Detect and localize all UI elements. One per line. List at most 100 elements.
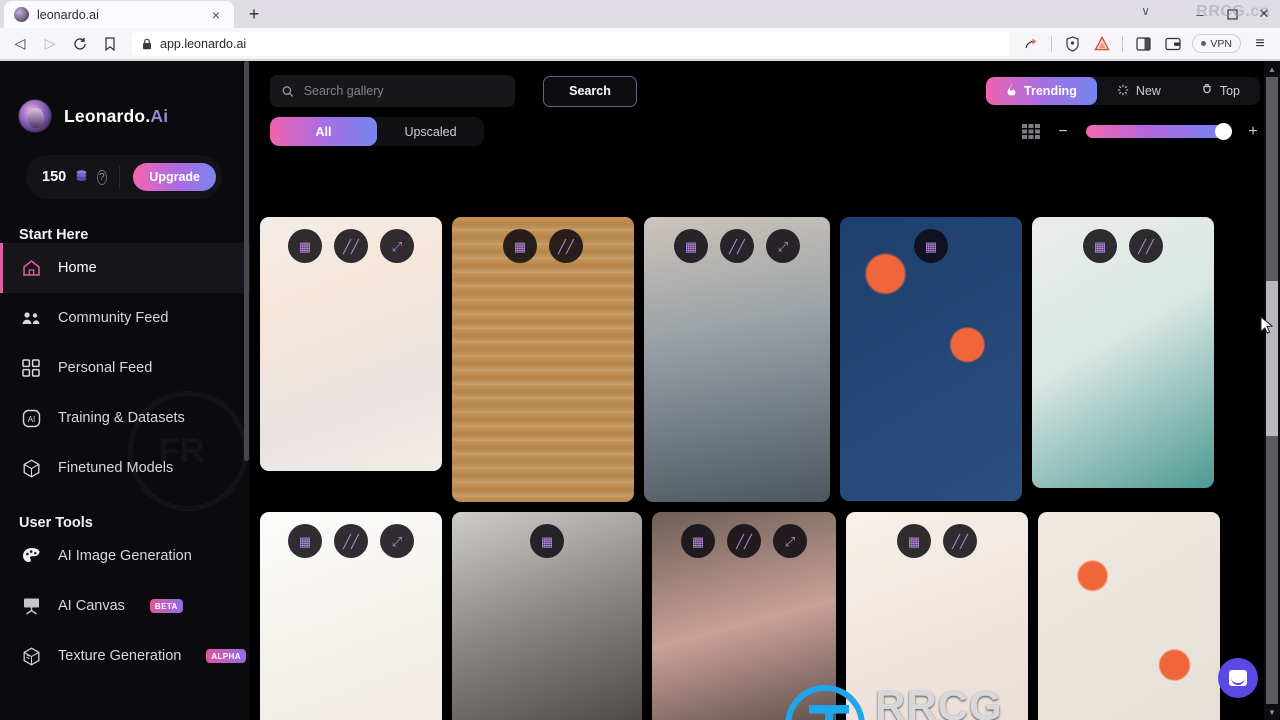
expand-icon[interactable]: ⤢: [380, 524, 414, 558]
expand-icon[interactable]: ⤢: [380, 229, 414, 263]
wallet-icon[interactable]: [1159, 31, 1187, 57]
zoom-in-button[interactable]: +: [1246, 123, 1260, 141]
image-gallery: ▦ ╱╱ ⤢ ▦ ╱╱ ▦ ╱╱ ⤢ ▦ ▦ ╱╱ ▦ ╱╱ ⤢ ▦ ▦ ╱╱ ⤢ ▦ ╱╱: [250, 217, 1264, 720]
gallery-card[interactable]: ▦ ╱╱ ⤢: [260, 512, 442, 720]
url-bar[interactable]: app.leonardo.ai: [132, 31, 1010, 56]
maximize-icon[interactable]: [1216, 0, 1248, 28]
brand-name-suffix: Ai: [150, 105, 169, 126]
gallery-card[interactable]: ▦: [452, 512, 642, 720]
gallery-card[interactable]: [1038, 512, 1220, 720]
sidebar-item-texture-generation[interactable]: Texture Generation ALPHA: [0, 631, 250, 681]
search-field[interactable]: [270, 75, 515, 107]
tab-trending[interactable]: Trending: [986, 77, 1097, 105]
new-tab-button[interactable]: +: [240, 1, 268, 28]
sidebar: Leonardo.Ai 150 ? Upgrade Start Here Hom…: [0, 61, 250, 720]
remix-icon[interactable]: ▦: [914, 229, 948, 263]
sidebar-item-personal-feed[interactable]: Personal Feed: [0, 343, 250, 393]
divider: [1122, 35, 1124, 52]
expand-icon[interactable]: ⤢: [773, 524, 807, 558]
gallery-card[interactable]: ▦ ╱╱ ⤢: [644, 217, 830, 502]
chat-bubble-icon[interactable]: [1218, 658, 1258, 698]
sort-tabs: Trending New Top: [986, 77, 1260, 105]
minimize-icon[interactable]: –: [1184, 0, 1216, 28]
zoom-slider[interactable]: [1086, 123, 1232, 140]
scroll-up-icon[interactable]: ▲: [1264, 61, 1280, 77]
diagonal-lines-icon[interactable]: ╱╱: [720, 229, 754, 263]
remix-icon-glyph: ▦: [1093, 238, 1107, 254]
gallery-card[interactable]: ▦ ╱╱: [1032, 217, 1214, 488]
home-icon: [20, 259, 42, 277]
status-badge: ALPHA: [206, 649, 246, 663]
upgrade-button[interactable]: Upgrade: [133, 163, 216, 191]
sidebar-item-training-datasets[interactable]: AI Training & Datasets: [0, 393, 250, 443]
sidebar-item-ai-canvas[interactable]: AI Canvas BETA: [0, 581, 250, 631]
community-icon: [20, 310, 42, 326]
card-action-bar: ▦ ╱╱ ⤢: [681, 524, 807, 558]
browser-tab[interactable]: leonardo.ai ×: [4, 1, 234, 28]
sidebar-item-community-feed[interactable]: Community Feed: [0, 293, 250, 343]
expand-icon-glyph: ⤢: [777, 238, 789, 254]
page-scrollbar[interactable]: ▲ ▼: [1260, 61, 1280, 720]
search-button[interactable]: Search: [543, 75, 637, 107]
close-icon[interactable]: ×: [208, 7, 224, 23]
remix-icon[interactable]: ▦: [681, 524, 715, 558]
sidebar-item-home[interactable]: Home: [0, 243, 250, 293]
sidebar-toggle-icon[interactable]: [1129, 31, 1157, 57]
sidebar-item-ai-image-generation[interactable]: AI Image Generation: [0, 531, 250, 581]
forward-icon[interactable]: ▷: [36, 31, 64, 57]
help-icon[interactable]: ?: [97, 169, 107, 185]
remix-icon[interactable]: ▦: [503, 229, 537, 263]
diagonal-lines-icon[interactable]: ╱╱: [1129, 229, 1163, 263]
close-window-icon[interactable]: ✕: [1248, 0, 1280, 28]
zoom-out-button[interactable]: −: [1056, 123, 1070, 141]
sidebar-scrollbar-thumb[interactable]: [244, 61, 249, 461]
brave-shield-icon[interactable]: [1058, 31, 1086, 57]
scrollbar-thumb[interactable]: [1266, 281, 1278, 436]
expand-icon[interactable]: ⤢: [766, 229, 800, 263]
brand-logo-block[interactable]: Leonardo.Ai: [0, 61, 250, 133]
vpn-toggle[interactable]: VPN: [1192, 34, 1241, 53]
tab-all[interactable]: All: [270, 117, 377, 146]
back-icon[interactable]: ◁: [6, 31, 34, 57]
remix-icon-glyph: ▦: [691, 533, 705, 549]
menu-icon[interactable]: ≡: [1246, 31, 1274, 57]
tab-new[interactable]: New: [1097, 77, 1181, 105]
scroll-down-icon[interactable]: ▼: [1264, 704, 1280, 720]
reload-icon[interactable]: [66, 31, 94, 57]
gallery-card[interactable]: ▦ ╱╱: [846, 512, 1028, 720]
search-input[interactable]: [303, 84, 503, 98]
remix-icon[interactable]: ▦: [530, 524, 564, 558]
gallery-card[interactable]: ▦ ╱╱: [452, 217, 634, 502]
grid-density-icon[interactable]: [1022, 124, 1040, 139]
share-icon[interactable]: [1017, 31, 1045, 57]
diagonal-lines-icon[interactable]: ╱╱: [727, 524, 761, 558]
diagonal-lines-icon[interactable]: ╱╱: [549, 229, 583, 263]
expand-icon-glyph: ⤢: [391, 238, 403, 254]
sidebar-scrollbar[interactable]: [244, 61, 249, 720]
remix-icon[interactable]: ▦: [1083, 229, 1117, 263]
url-text: app.leonardo.ai: [160, 36, 247, 51]
diagonal-lines-icon[interactable]: ╱╱: [943, 524, 977, 558]
diagonal-lines-icon[interactable]: ╱╱: [334, 229, 368, 263]
tab-top[interactable]: Top: [1181, 77, 1260, 105]
gallery-card[interactable]: ▦: [840, 217, 1022, 501]
diagonal-lines-icon-glyph: ╱╱: [736, 533, 752, 549]
zoom-slider-knob[interactable]: [1215, 123, 1232, 140]
leo-ai-icon[interactable]: [1088, 31, 1116, 57]
diagonal-lines-icon[interactable]: ╱╱: [334, 524, 368, 558]
remix-icon[interactable]: ▦: [288, 229, 322, 263]
gallery-card[interactable]: ▦ ╱╱ ⤢: [652, 512, 836, 720]
tab-upscaled[interactable]: Upscaled: [377, 117, 484, 146]
sidebar-item-label: Texture Generation: [58, 648, 182, 664]
expand-icon-glyph: ⤢: [784, 533, 796, 549]
sidebar-item-finetuned-models[interactable]: Finetuned Models: [0, 443, 250, 493]
flame-icon: [1006, 83, 1017, 99]
remix-icon[interactable]: ▦: [288, 524, 322, 558]
card-action-bar: ▦ ╱╱: [1083, 229, 1163, 263]
remix-icon[interactable]: ▦: [897, 524, 931, 558]
bookmark-icon[interactable]: [96, 31, 124, 57]
chevron-down-icon[interactable]: ∨: [1141, 4, 1150, 18]
remix-icon-glyph: ▦: [298, 533, 312, 549]
remix-icon[interactable]: ▦: [674, 229, 708, 263]
gallery-card[interactable]: ▦ ╱╱ ⤢: [260, 217, 442, 471]
